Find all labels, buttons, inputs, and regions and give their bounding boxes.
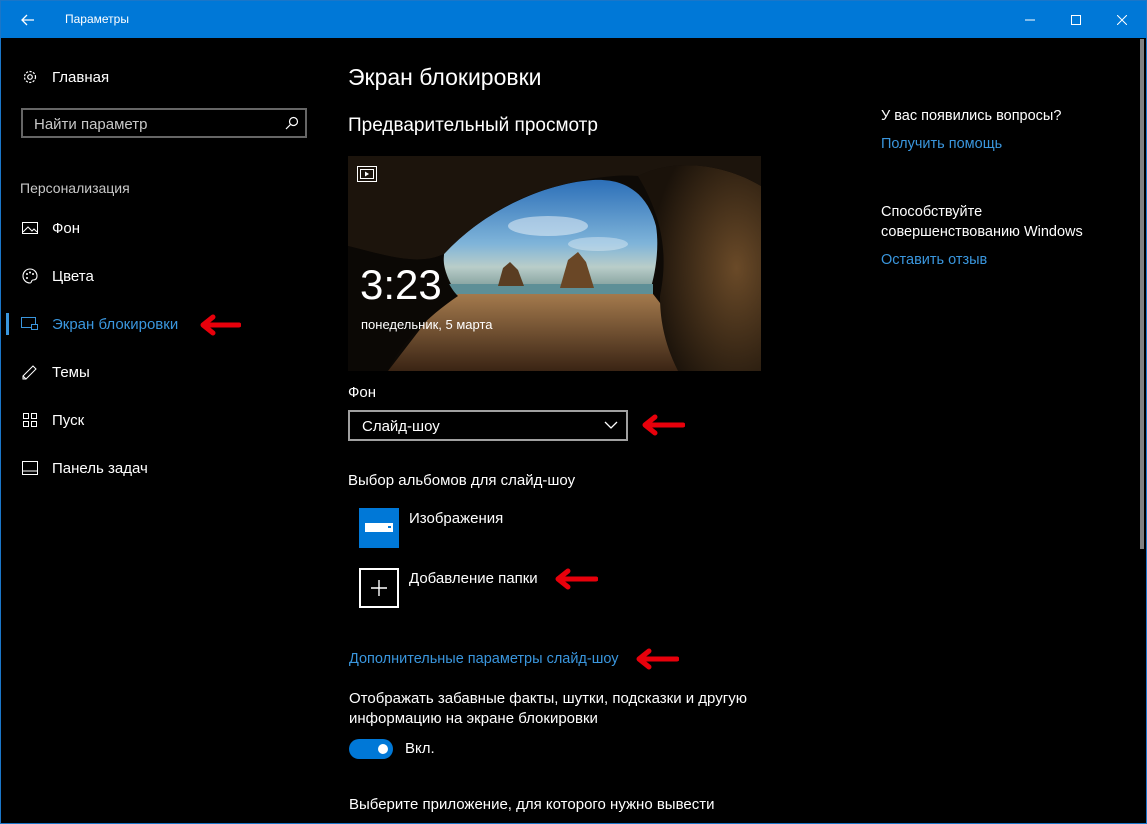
albums-label: Выбор альбомов для слайд-шоу xyxy=(348,472,576,489)
search-input[interactable]: Найти параметр xyxy=(21,108,307,138)
lock-screen-preview: 3:23 понедельник, 5 марта xyxy=(348,156,761,371)
palette-icon xyxy=(21,267,39,285)
chevron-down-icon xyxy=(604,421,618,429)
close-button[interactable] xyxy=(1099,1,1145,38)
sidebar-item-lock-screen[interactable]: Экран блокировки xyxy=(1,304,321,344)
sidebar-item-label: Цвета xyxy=(52,267,94,285)
folder-icon xyxy=(365,523,393,532)
advanced-slideshow-link[interactable]: Дополнительные параметры слайд-шоу xyxy=(349,651,619,667)
choose-app-text: Выберите приложение, для которого нужно … xyxy=(349,796,715,813)
sidebar-home[interactable]: Главная xyxy=(1,57,321,97)
scrollbar[interactable] xyxy=(1140,39,1144,549)
album-images-tile[interactable] xyxy=(359,508,399,548)
picture-icon xyxy=(21,219,39,237)
window-title: Параметры xyxy=(65,12,129,26)
brush-icon xyxy=(21,363,39,381)
toggle-knob xyxy=(378,744,388,754)
sidebar-item-start[interactable]: Пуск xyxy=(1,400,321,440)
add-folder-button[interactable] xyxy=(359,568,399,608)
annotation-arrow xyxy=(636,648,679,670)
slideshow-icon xyxy=(357,166,377,182)
maximize-icon xyxy=(1071,14,1081,25)
improve-text-line2: совершенствованию Windows xyxy=(881,224,1083,240)
page-title: Экран блокировки xyxy=(348,64,542,90)
background-dropdown-value: Слайд-шоу xyxy=(362,418,440,435)
start-icon xyxy=(21,411,39,429)
minimize-button[interactable] xyxy=(1007,1,1053,38)
close-icon xyxy=(1117,14,1127,25)
facts-description-line2: информацию на экране блокировки xyxy=(349,710,598,727)
background-label: Фон xyxy=(348,384,377,401)
title-bar: Параметры xyxy=(1,1,1146,38)
sidebar-item-taskbar[interactable]: Панель задач xyxy=(1,448,321,488)
maximize-button[interactable] xyxy=(1053,1,1099,38)
sidebar-item-label: Фон xyxy=(52,219,81,237)
annotation-arrow xyxy=(200,314,241,336)
lock-screen-icon xyxy=(21,315,39,333)
minimize-icon xyxy=(1025,19,1035,20)
search-placeholder: Найти параметр xyxy=(34,116,148,133)
toggle-state-label: Вкл. xyxy=(405,740,435,757)
plus-icon xyxy=(371,580,387,596)
facts-description-line1: Отображать забавные факты, шутки, подска… xyxy=(349,690,747,707)
back-arrow-icon xyxy=(21,14,34,25)
gear-icon xyxy=(21,68,39,86)
preview-title: Предварительный просмотр xyxy=(348,115,598,136)
sidebar-home-label: Главная xyxy=(52,68,110,86)
facts-toggle[interactable] xyxy=(349,739,393,759)
background-dropdown[interactable]: Слайд-шоу xyxy=(348,410,628,441)
search-icon[interactable] xyxy=(285,116,299,130)
sidebar-item-label: Экран блокировки xyxy=(52,315,179,333)
sidebar-item-colors[interactable]: Цвета xyxy=(1,256,321,296)
sidebar-item-label: Панель задач xyxy=(52,459,148,477)
questions-title: У вас появились вопросы? xyxy=(881,108,1062,124)
annotation-arrow xyxy=(642,414,685,436)
feedback-link[interactable]: Оставить отзыв xyxy=(881,252,987,268)
sidebar-item-label: Темы xyxy=(52,363,90,381)
get-help-link[interactable]: Получить помощь xyxy=(881,136,1002,152)
section-label: Персонализация xyxy=(20,180,130,196)
sidebar-item-themes[interactable]: Темы xyxy=(1,352,321,392)
preview-time: 3:23 xyxy=(360,261,442,308)
sidebar-item-background[interactable]: Фон xyxy=(1,208,321,248)
album-images-label[interactable]: Изображения xyxy=(409,510,503,527)
taskbar-icon xyxy=(21,459,39,477)
sidebar-item-label: Пуск xyxy=(52,411,85,429)
preview-date: понедельник, 5 марта xyxy=(361,317,493,332)
back-button[interactable] xyxy=(1,1,55,38)
settings-window: Параметры Главная Найти параметр Персона… xyxy=(0,0,1147,824)
improve-text-line1: Способствуйте xyxy=(881,204,983,220)
add-folder-label[interactable]: Добавление папки xyxy=(409,570,538,587)
annotation-arrow xyxy=(555,568,598,590)
